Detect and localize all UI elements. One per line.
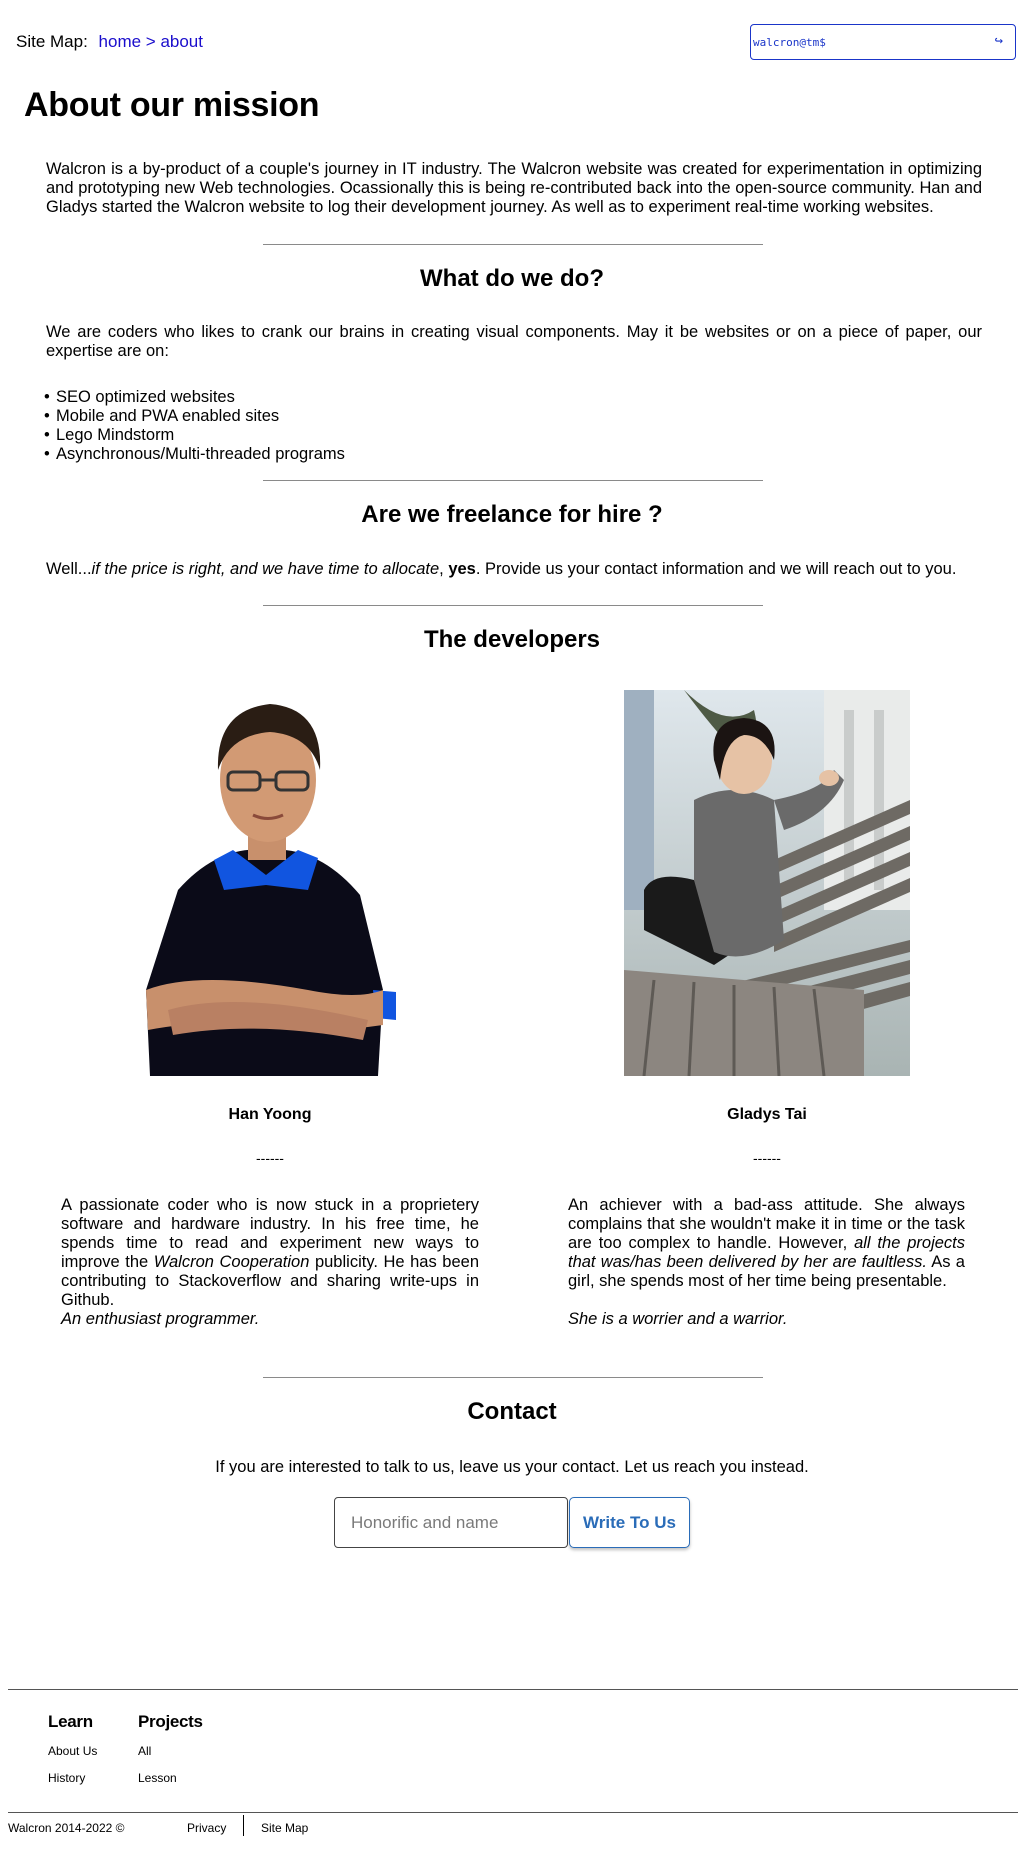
page-title: About our mission <box>24 86 320 124</box>
footer-divider <box>8 1812 1018 1813</box>
gladys-tai-photo <box>624 690 910 1076</box>
freelance-italic: if the price is right, and we have time … <box>91 560 440 578</box>
divider <box>263 480 763 481</box>
person-portrait-icon <box>138 690 398 1076</box>
enter-icon[interactable]: ↪ <box>995 33 1003 49</box>
intro-paragraph: Walcron is a by-product of a couple's jo… <box>46 160 982 216</box>
freelance-comma: , <box>439 560 449 578</box>
footer-separator <box>243 1815 244 1836</box>
list-item: Mobile and PWA enabled sites <box>44 407 345 426</box>
list-item: SEO optimized websites <box>44 388 345 407</box>
freelance-prefix: Well... <box>46 560 92 578</box>
list-item: Asynchronous/Multi-threaded programs <box>44 445 345 464</box>
han-yoong-name: Han Yoong <box>228 1106 312 1123</box>
han-yoong-quote: An enthusiast programmer. <box>61 1310 260 1328</box>
freelance-suffix: . Provide us your contact information an… <box>475 560 957 578</box>
developers-heading: The developers <box>423 626 601 653</box>
breadcrumb-link[interactable]: home > about <box>99 32 203 51</box>
bio-italic: Walcron Cooperation <box>153 1253 310 1271</box>
sitemap-label: Site Map: <box>16 32 88 51</box>
what-we-do-heading: What do we do? <box>420 265 604 292</box>
footer-link-all[interactable]: All <box>138 1744 151 1758</box>
divider <box>263 605 763 606</box>
divider <box>263 1377 763 1378</box>
what-we-do-text: We are coders who likes to crank our bra… <box>46 323 982 360</box>
skills-list: SEO optimized websites Mobile and PWA en… <box>44 388 345 464</box>
han-yoong-divider: ------ <box>256 1150 284 1166</box>
contact-name-input[interactable] <box>334 1497 568 1548</box>
contact-text: If you are interested to talk to us, lea… <box>215 1458 809 1476</box>
han-yoong-bio: A passionate coder who is now stuck in a… <box>61 1196 479 1310</box>
freelance-heading: Are we freelance for hire ? <box>361 501 663 528</box>
gladys-tai-name: Gladys Tai <box>727 1106 807 1123</box>
contact-heading: Contact <box>467 1398 557 1425</box>
footer-link-history[interactable]: History <box>48 1771 85 1785</box>
gladys-tai-quote: She is a worrier and a warrior. <box>568 1310 788 1328</box>
gladys-tai-bio: An achiever with a bad-ass attitude. She… <box>568 1196 965 1291</box>
footer-link-lesson[interactable]: Lesson <box>138 1771 177 1785</box>
footer-learn-title: Learn <box>48 1712 93 1731</box>
page-header: Site Map: home > about walcron@tm$ ↪ <box>0 0 1024 84</box>
divider <box>263 244 763 245</box>
han-yoong-photo <box>138 690 398 1076</box>
footer-projects-title: Projects <box>138 1712 203 1731</box>
terminal-prompt: walcron@tm$ <box>753 36 826 49</box>
sitemap-breadcrumb: Site Map: home > about <box>16 32 203 52</box>
freelance-text: Well...if the price is right, and we hav… <box>46 560 982 579</box>
footer-divider <box>8 1689 1018 1690</box>
freelance-bold: yes <box>448 560 476 578</box>
list-item: Lego Mindstorm <box>44 426 345 445</box>
footer-link-about-us[interactable]: About Us <box>48 1744 97 1758</box>
person-portrait-icon <box>624 690 910 1076</box>
privacy-link[interactable]: Privacy <box>187 1821 226 1835</box>
write-to-us-button[interactable]: Write To Us <box>569 1497 690 1548</box>
copyright: Walcron 2014-2022 © <box>8 1821 125 1835</box>
site-map-link[interactable]: Site Map <box>261 1821 308 1835</box>
terminal-input[interactable]: walcron@tm$ ↪ <box>750 24 1016 60</box>
gladys-tai-divider: ------ <box>753 1150 781 1166</box>
